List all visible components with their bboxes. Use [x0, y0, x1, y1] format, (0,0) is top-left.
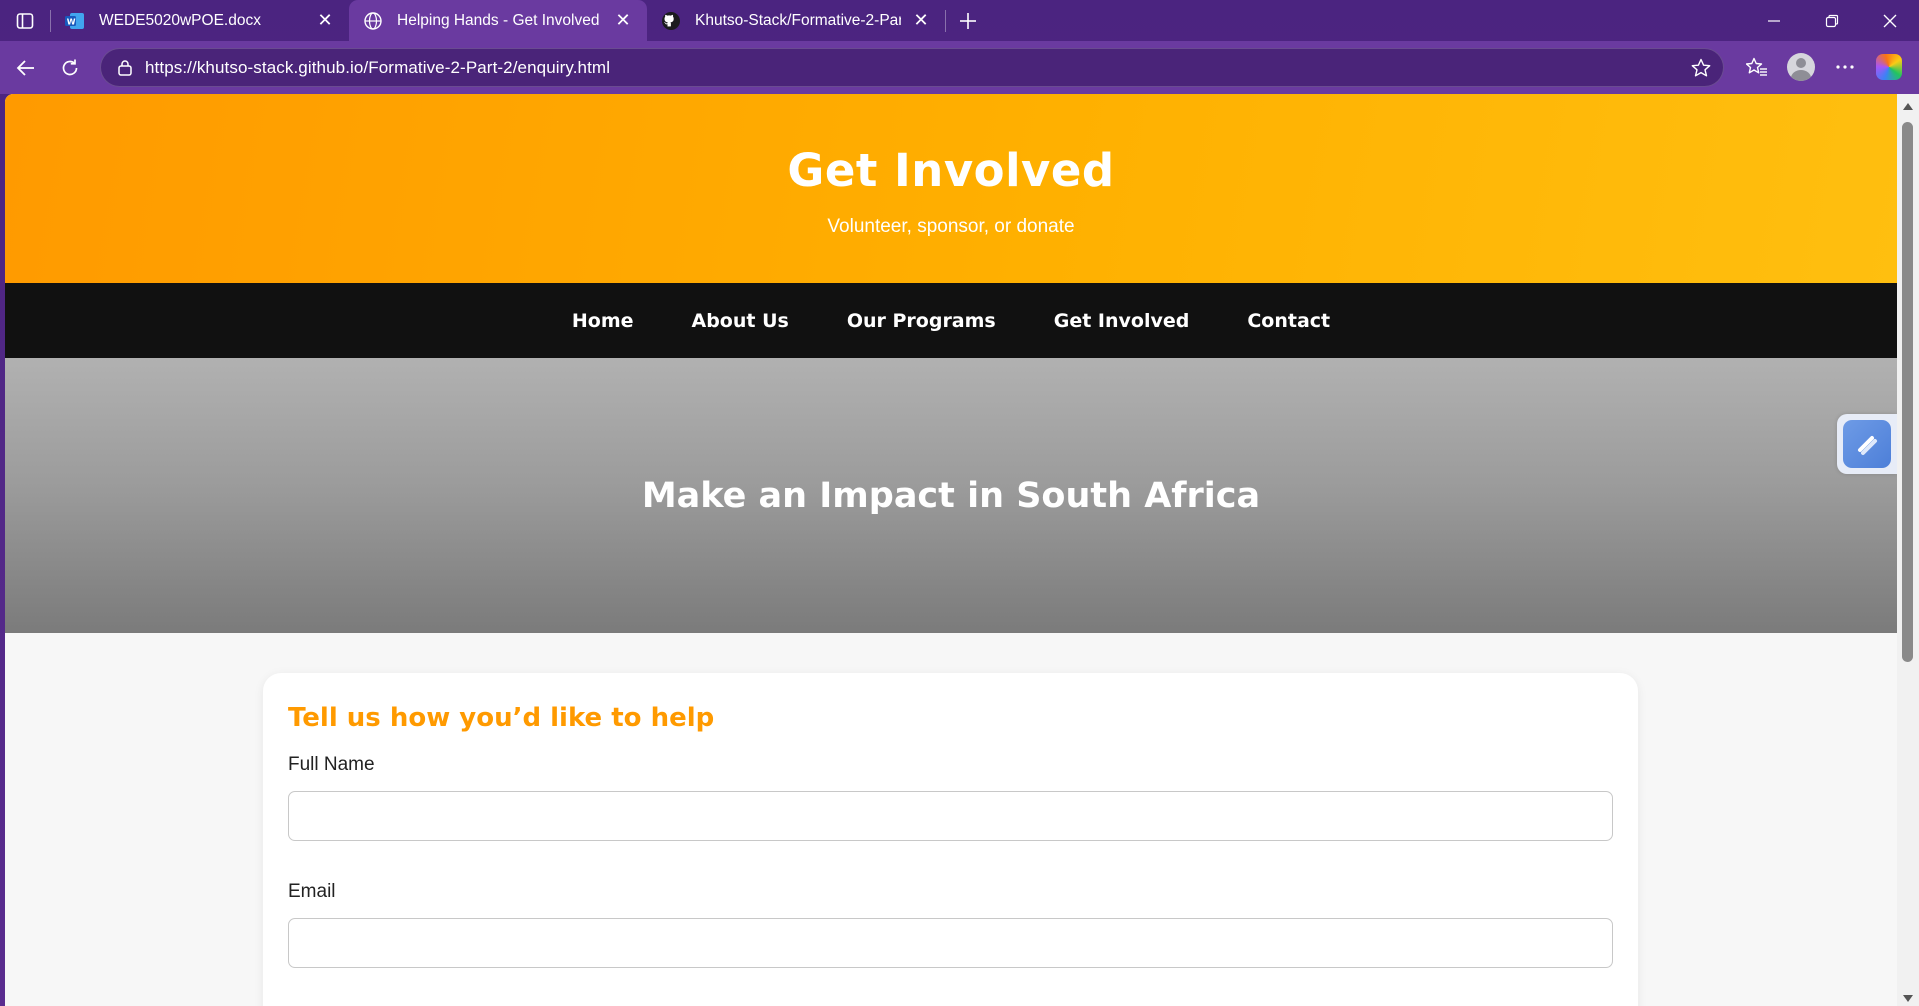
favorites-icon	[1746, 57, 1767, 76]
back-button[interactable]	[4, 48, 48, 88]
email-input[interactable]	[288, 918, 1613, 968]
refresh-icon	[62, 59, 78, 75]
avatar	[1787, 53, 1815, 81]
full-name-label: Full Name	[288, 754, 375, 775]
profile-button[interactable]	[1779, 47, 1823, 87]
page-viewport: Get Involved Volunteer, sponsor, or dona…	[5, 94, 1919, 1006]
new-tab-button[interactable]	[946, 0, 990, 41]
back-arrow-icon	[16, 59, 34, 76]
window-controls	[1745, 0, 1919, 41]
hero-title: Make an Impact in South Africa	[641, 475, 1261, 516]
more-options-button[interactable]	[1823, 47, 1867, 87]
toolbar-right	[1735, 47, 1911, 87]
floating-extension-button[interactable]	[1837, 414, 1897, 474]
tab-strip: W WEDE5020wPOE.docx ✕ Helping Hands - Ge…	[0, 0, 1919, 41]
scroll-down-arrow-icon[interactable]	[1903, 995, 1913, 1002]
refresh-button[interactable]	[48, 48, 92, 88]
extension-logo-icon	[1843, 420, 1891, 468]
site-info-icon[interactable]	[105, 59, 145, 76]
restore-button[interactable]	[1803, 0, 1861, 41]
tab-actions-button[interactable]	[0, 0, 50, 41]
form-heading: Tell us how you’d like to help	[288, 703, 715, 733]
copilot-button[interactable]	[1867, 47, 1911, 87]
scroll-thumb[interactable]	[1902, 122, 1913, 662]
nav-link-contact[interactable]: Contact	[1247, 310, 1330, 332]
tab-title: Helping Hands - Get Involved	[397, 11, 600, 29]
copilot-icon	[1876, 54, 1902, 80]
nav-link-home[interactable]: Home	[572, 310, 634, 332]
page-subtitle: Volunteer, sponsor, or donate	[827, 216, 1075, 237]
browser-toolbar: https://khutso-stack.github.io/Formative…	[0, 41, 1919, 94]
email-label: Email	[288, 881, 336, 902]
restore-icon	[1825, 14, 1839, 27]
plus-icon	[960, 12, 976, 29]
tab-word-doc[interactable]: W WEDE5020wPOE.docx ✕	[51, 0, 349, 41]
enquiry-form: Tell us how you’d like to help Full Name…	[263, 673, 1638, 1006]
svg-text:W: W	[67, 17, 76, 26]
page-title: Get Involved	[787, 144, 1115, 197]
url-text[interactable]: https://khutso-stack.github.io/Formative…	[145, 58, 1679, 78]
close-icon	[1883, 14, 1897, 27]
close-tab-icon[interactable]: ✕	[909, 9, 933, 33]
hero-banner: Make an Impact in South Africa	[5, 358, 1897, 633]
word-icon: W	[65, 11, 85, 31]
full-name-input[interactable]	[288, 791, 1613, 841]
close-tab-icon[interactable]: ✕	[313, 9, 337, 33]
github-icon	[661, 11, 681, 31]
tab-title: Khutso-Stack/Formative-2-Part-2:	[695, 11, 901, 29]
address-bar[interactable]: https://khutso-stack.github.io/Formative…	[100, 48, 1724, 87]
main-nav: Home About Us Our Programs Get Involved …	[5, 283, 1897, 358]
tab-helping-hands[interactable]: Helping Hands - Get Involved ✕	[349, 0, 647, 41]
nav-link-our-programs[interactable]: Our Programs	[847, 310, 996, 332]
site-header: Get Involved Volunteer, sponsor, or dona…	[5, 94, 1897, 283]
favorites-button[interactable]	[1735, 47, 1779, 87]
page-scrollbar[interactable]	[1897, 94, 1919, 1006]
nav-link-get-involved[interactable]: Get Involved	[1054, 310, 1190, 332]
scroll-up-arrow-icon[interactable]	[1903, 103, 1913, 110]
tab-title: WEDE5020wPOE.docx	[99, 11, 261, 29]
nav-link-about-us[interactable]: About Us	[692, 310, 789, 332]
minimize-icon	[1768, 19, 1780, 22]
sidebar-panel-icon	[16, 12, 34, 29]
globe-icon	[363, 11, 383, 31]
minimize-button[interactable]	[1745, 0, 1803, 41]
tab-github[interactable]: Khutso-Stack/Formative-2-Part-2: ✕	[647, 0, 945, 41]
close-tab-icon[interactable]: ✕	[611, 9, 635, 33]
more-dots-icon	[1836, 65, 1854, 69]
browser-window: W WEDE5020wPOE.docx ✕ Helping Hands - Ge…	[0, 0, 1919, 1006]
close-window-button[interactable]	[1861, 0, 1919, 41]
favorite-star-icon[interactable]	[1679, 58, 1723, 78]
